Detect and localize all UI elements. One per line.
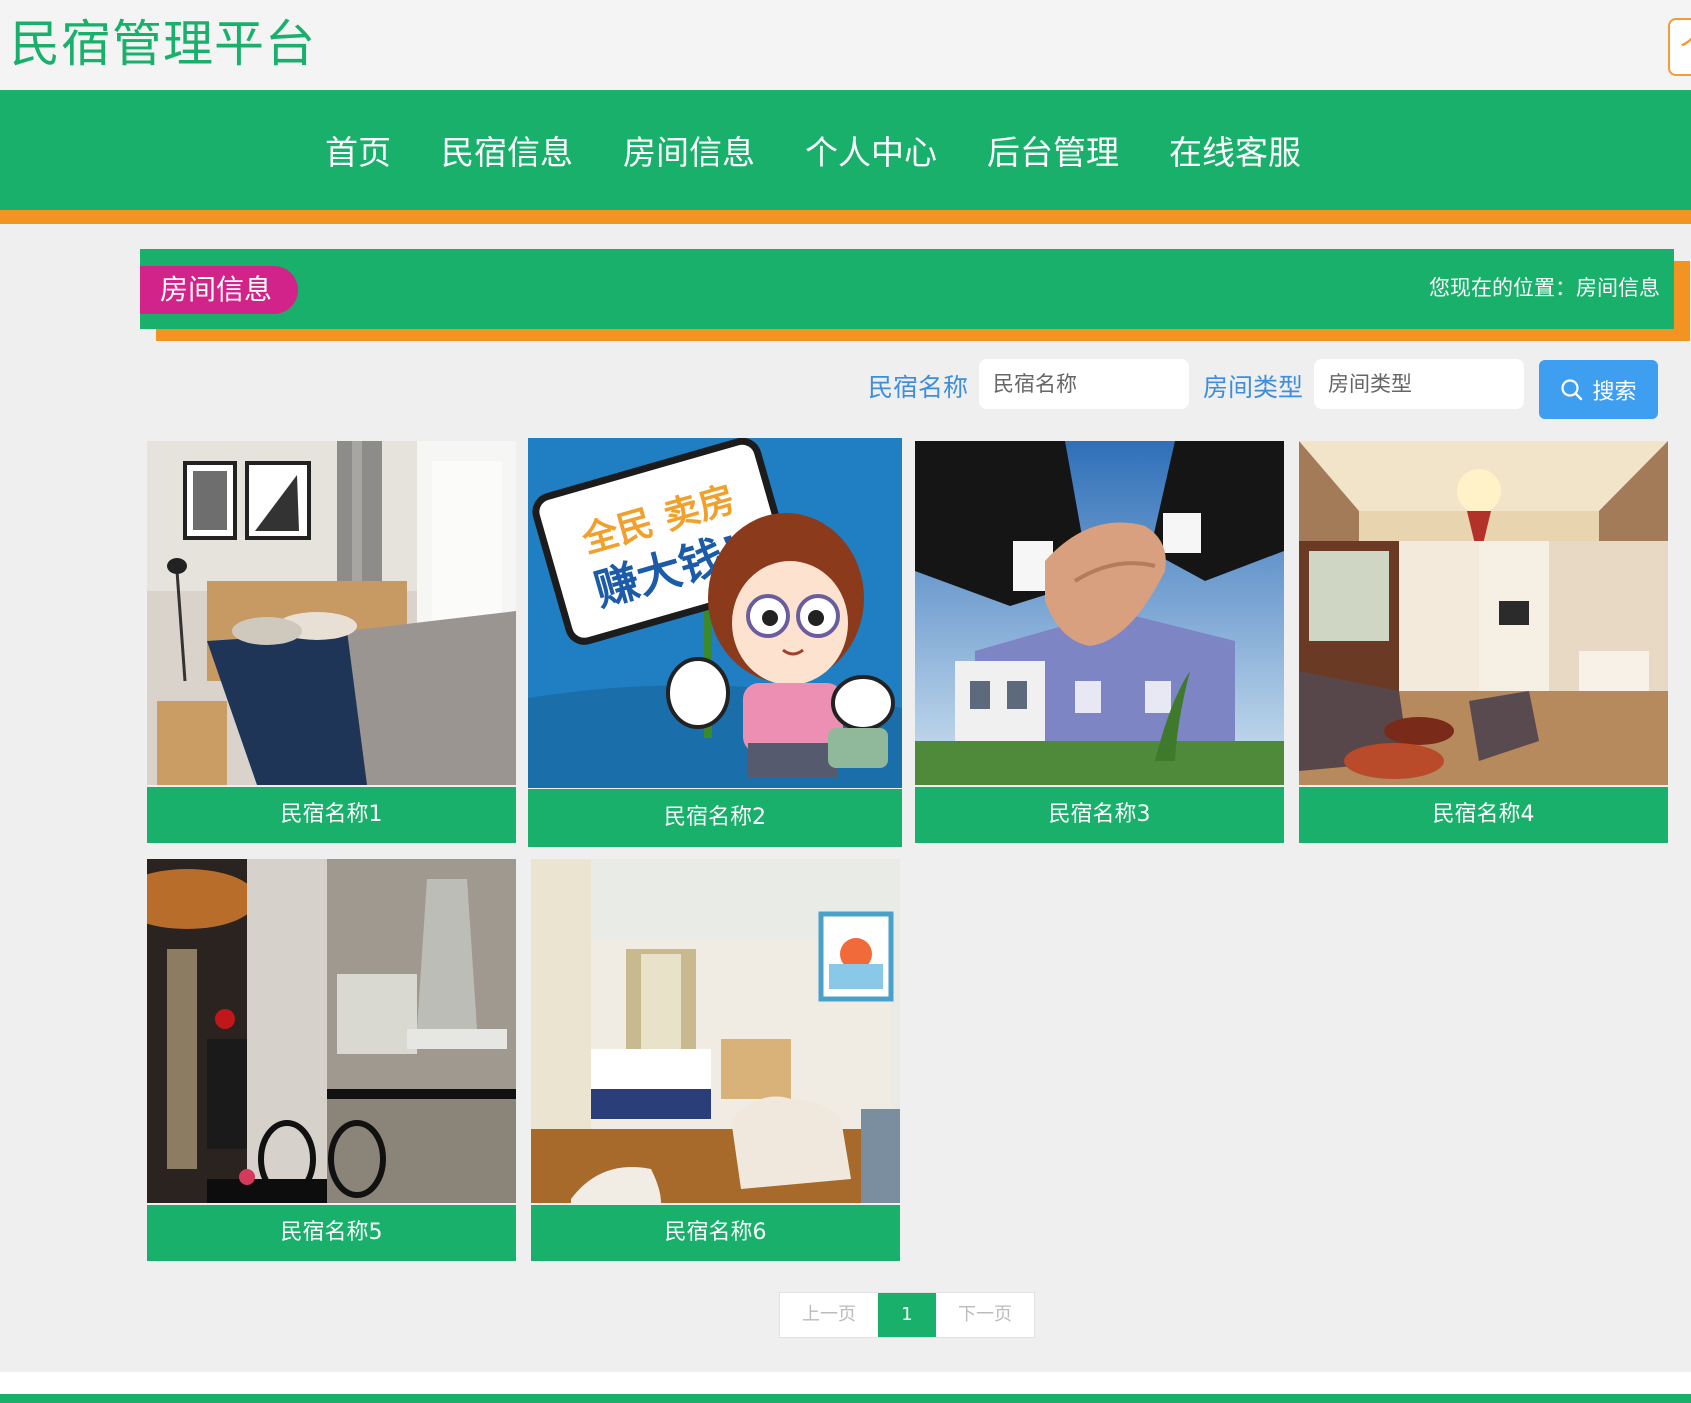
- personal-center-button[interactable]: 个: [1668, 18, 1691, 76]
- footer-line: [0, 1394, 1691, 1403]
- room-type-label: 房间类型: [1203, 373, 1304, 402]
- top-header: 民宿管理平台 个: [0, 0, 1691, 90]
- room-photo-hotel-suite: [1299, 441, 1668, 785]
- room-card-4[interactable]: 民宿名称4: [1299, 441, 1668, 845]
- section-header: 房间信息 您现在的位置：房间信息: [140, 249, 1674, 329]
- room-name-5: 民宿名称5: [147, 1205, 516, 1261]
- search-bar: 民宿名称 房间类型 搜索: [0, 359, 1691, 421]
- nav-item-home[interactable]: 首页: [325, 126, 416, 174]
- pagination: 上一页 1 下一页: [779, 1292, 1035, 1338]
- footer-band: [0, 1372, 1691, 1394]
- nav-accent-stripe: [0, 210, 1691, 224]
- breadcrumb: 您现在的位置：房间信息: [1429, 276, 1660, 300]
- nav-item-homestay-info[interactable]: 民宿信息: [416, 126, 598, 174]
- search-button-label: 搜索: [1592, 379, 1637, 405]
- room-card-5[interactable]: 民宿名称5: [147, 859, 516, 1263]
- room-card-3[interactable]: 民宿名称3: [915, 441, 1284, 845]
- nav-item-room-info[interactable]: 房间信息: [598, 126, 780, 174]
- homestay-name-input[interactable]: [979, 359, 1189, 409]
- next-page-button[interactable]: 下一页: [936, 1293, 1034, 1337]
- room-name-3: 民宿名称3: [915, 787, 1284, 843]
- nav-item-online-service[interactable]: 在线客服: [1144, 126, 1326, 174]
- nav-menu: 首页 民宿信息 房间信息 个人中心 后台管理 在线客服: [0, 90, 1691, 210]
- homestay-name-label: 民宿名称: [868, 373, 969, 402]
- page-1-button[interactable]: 1: [878, 1293, 936, 1337]
- room-card-1[interactable]: 民宿名称1: [147, 441, 516, 845]
- search-button[interactable]: 搜索: [1539, 360, 1658, 419]
- room-photo-bedroom: [147, 441, 516, 785]
- site-title: 民宿管理平台: [10, 15, 316, 73]
- room-name-2: 民宿名称2: [528, 789, 902, 847]
- search-icon: [1561, 378, 1583, 400]
- prev-page-button[interactable]: 上一页: [780, 1293, 878, 1337]
- main-nav: 首页 民宿信息 房间信息 个人中心 后台管理 在线客服: [0, 90, 1691, 210]
- room-type-input[interactable]: [1314, 359, 1524, 409]
- room-card-2[interactable]: 全民 卖房 赚大钱! 民宿名称2: [528, 438, 902, 847]
- room-card-6[interactable]: 民宿名称6: [531, 859, 900, 1263]
- room-name-4: 民宿名称4: [1299, 787, 1668, 843]
- room-photo-hotel-room: [531, 859, 900, 1203]
- room-name-1: 民宿名称1: [147, 787, 516, 843]
- room-photo-kitchen: [147, 859, 516, 1203]
- section-title-badge: 房间信息: [140, 266, 299, 314]
- room-photo-handshake: [915, 441, 1284, 785]
- nav-item-admin[interactable]: 后台管理: [962, 126, 1144, 174]
- nav-item-personal-center[interactable]: 个人中心: [780, 126, 962, 174]
- room-photo-promo-cartoon: 全民 卖房 赚大钱!: [528, 438, 902, 788]
- room-name-6: 民宿名称6: [531, 1205, 900, 1261]
